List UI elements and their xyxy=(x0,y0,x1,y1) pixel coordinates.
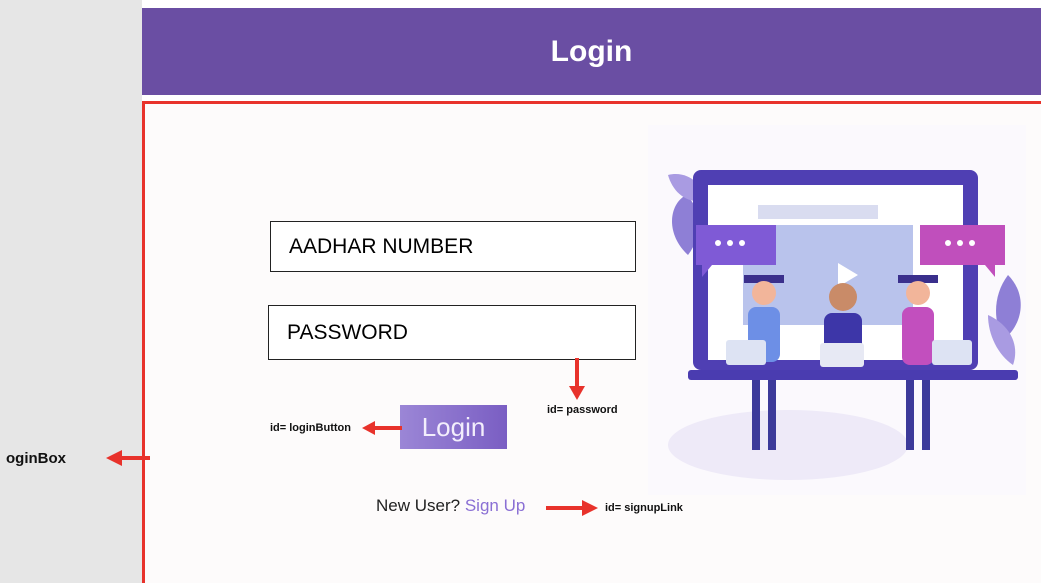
password-placeholder: PASSWORD xyxy=(287,320,408,344)
arrow-right-icon xyxy=(546,500,598,516)
arrow-left-loginbox-icon xyxy=(106,450,150,466)
login-button-id-label: id= loginButton xyxy=(270,422,351,434)
password-id-label: id= password xyxy=(547,404,618,416)
signup-link[interactable]: Sign Up xyxy=(465,496,525,515)
new-user-text: New User? xyxy=(376,496,461,515)
elearning-illustration xyxy=(648,125,1026,495)
side-panel xyxy=(0,0,142,583)
loginbox-id-label: oginBox xyxy=(6,450,66,467)
arrow-down-icon xyxy=(569,358,585,400)
login-button[interactable]: Login xyxy=(400,405,507,449)
password-field[interactable]: PASSWORD xyxy=(268,305,636,360)
signup-row: New User? Sign Up xyxy=(376,496,525,516)
signup-id-label: id= signupLink xyxy=(605,502,683,514)
header-bar: Login xyxy=(142,8,1041,95)
arrow-left-icon xyxy=(362,421,402,435)
page-title: Login xyxy=(550,35,633,68)
aadhar-number-placeholder: AADHAR NUMBER xyxy=(289,234,474,258)
aadhar-number-field[interactable]: AADHAR NUMBER xyxy=(270,221,636,272)
